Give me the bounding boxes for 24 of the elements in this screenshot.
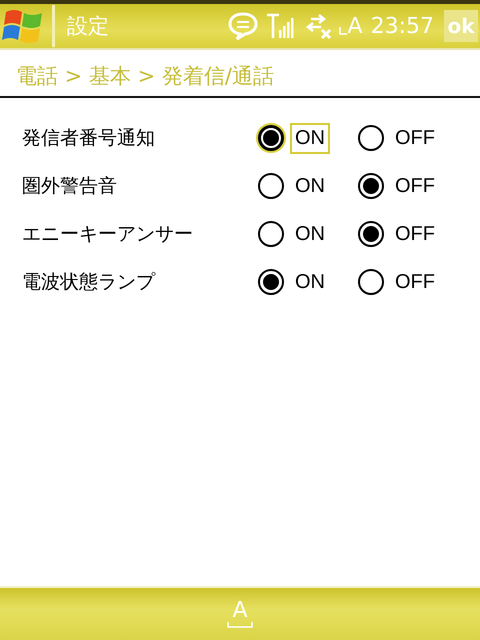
bracket-icon bbox=[227, 622, 253, 628]
radio-button[interactable] bbox=[258, 269, 284, 295]
window-title: 設定 bbox=[67, 13, 109, 40]
radio-button[interactable] bbox=[358, 221, 384, 247]
setting-label: エニーキーアンサー bbox=[22, 222, 194, 247]
option-label[interactable]: ON bbox=[290, 266, 330, 298]
radio-button[interactable] bbox=[258, 125, 284, 151]
radio-button[interactable] bbox=[358, 173, 384, 199]
radio-button[interactable] bbox=[358, 125, 384, 151]
option-label[interactable]: ON bbox=[290, 218, 330, 250]
setting-label: 圏外警告音 bbox=[22, 174, 118, 199]
setting-label: 電波状態ランプ bbox=[22, 270, 156, 295]
option-label[interactable]: OFF bbox=[390, 122, 440, 154]
option-label[interactable]: ON bbox=[290, 170, 330, 202]
breadcrumb: 電話 > 基本 > 発着信/通話 bbox=[0, 50, 480, 98]
option-label[interactable]: OFF bbox=[390, 170, 440, 202]
radio-button[interactable] bbox=[358, 269, 384, 295]
bracket-icon bbox=[338, 24, 347, 34]
option-label[interactable]: OFF bbox=[390, 218, 440, 250]
radio-button[interactable] bbox=[258, 221, 284, 247]
option-label[interactable]: ON bbox=[290, 122, 330, 154]
setting-label: 発信者番号通知 bbox=[22, 126, 156, 151]
radio-button[interactable] bbox=[258, 173, 284, 199]
option-label[interactable]: OFF bbox=[390, 266, 440, 298]
